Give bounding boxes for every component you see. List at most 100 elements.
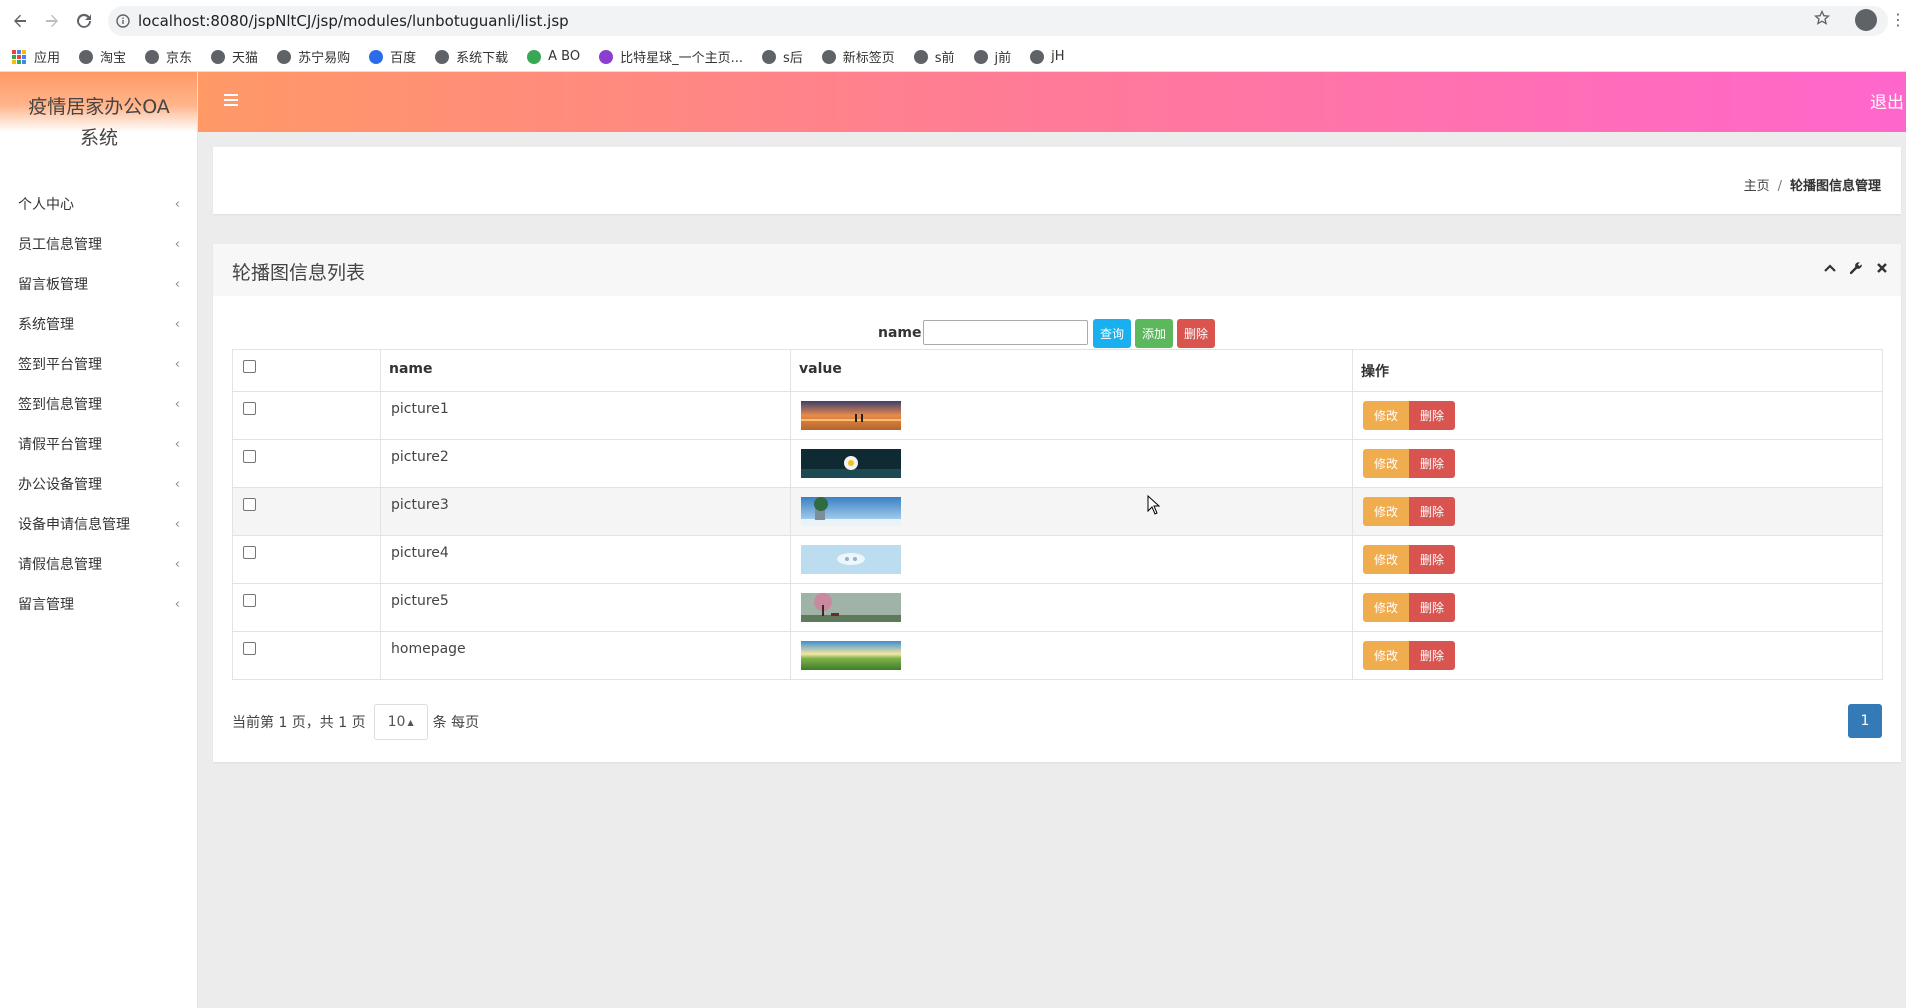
chevron-left-icon: ‹ (174, 596, 180, 612)
sidebar-item-checkin-info[interactable]: 签到信息管理 ‹ (0, 384, 198, 424)
table-header-row: name value 操作 (232, 349, 1883, 392)
row-checkbox[interactable] (243, 642, 256, 655)
hamburger-menu-icon[interactable] (224, 94, 238, 109)
sidebar-item-equipment-request[interactable]: 设备申请信息管理 ‹ (0, 504, 198, 544)
bookmark-star-icon[interactable] (1813, 9, 1831, 30)
chevron-up-icon[interactable] (1823, 261, 1837, 275)
bookmark-item[interactable]: s前 (913, 47, 955, 66)
edit-button[interactable]: 修改 (1363, 401, 1409, 430)
planet-icon (599, 49, 614, 64)
bookmark-apps[interactable]: 应用 (12, 47, 60, 66)
globe-icon (435, 49, 450, 64)
name-search-input[interactable] (923, 320, 1088, 345)
edit-button[interactable]: 修改 (1363, 449, 1409, 478)
sidebar-item-leave-info[interactable]: 请假信息管理 ‹ (0, 544, 198, 584)
page-button-current[interactable]: 1 (1848, 704, 1882, 738)
cell-name: homepage (380, 631, 791, 680)
thumbnail-image[interactable] (801, 401, 901, 430)
top-header: 退出 (198, 72, 1906, 132)
row-checkbox[interactable] (243, 546, 256, 559)
forward-arrow-icon[interactable] (40, 9, 64, 33)
cell-value (790, 631, 1353, 680)
cell-name: picture3 (380, 487, 791, 536)
bookmark-item[interactable]: 天猫 (211, 47, 258, 66)
bookmark-item[interactable]: j前 (973, 47, 1011, 66)
bookmarks-bar: 应用 淘宝 京东 天猫 苏宁易购 百度 系统下载 A BO 比特星球_一个主页.… (0, 42, 1906, 72)
sidebar-item-office-equipment[interactable]: 办公设备管理 ‹ (0, 464, 198, 504)
sidebar-item-messages[interactable]: 留言管理 ‹ (0, 584, 198, 624)
globe-icon (761, 49, 776, 64)
row-checkbox[interactable] (243, 498, 256, 511)
edit-button[interactable]: 修改 (1363, 497, 1409, 526)
table-row: picture3 修改 删除 (232, 487, 1883, 536)
bookmark-item[interactable]: 新标签页 (821, 47, 895, 66)
thumbnail-image[interactable] (801, 545, 901, 574)
sidebar-item-leave-platform[interactable]: 请假平台管理 ‹ (0, 424, 198, 464)
chevron-left-icon: ‹ (174, 276, 180, 292)
browser-menu-icon[interactable]: ⋮ (1890, 10, 1906, 30)
batch-delete-button[interactable]: 删除 (1177, 319, 1215, 348)
bookmark-item[interactable]: 京东 (145, 47, 192, 66)
sidebar: 疫情居家办公OA 系统 个人中心 ‹ 员工信息管理 ‹ 留言板管理 ‹ 系统管理 ‹ 签… (0, 72, 198, 1008)
row-checkbox[interactable] (243, 402, 256, 415)
app-title: 疫情居家办公OA 系统 (28, 96, 170, 149)
sidebar-item-system[interactable]: 系统管理 ‹ (0, 304, 198, 344)
globe-icon (1030, 49, 1045, 64)
address-bar[interactable]: localhost:8080/jspNltCJ/jsp/modules/lunb… (108, 6, 1888, 36)
reload-icon[interactable] (72, 9, 96, 33)
data-table: name value 操作 picture1 修改 删除 picture2 修改… (232, 349, 1883, 680)
browser-toolbar: localhost:8080/jspNltCJ/jsp/modules/lunb… (0, 0, 1906, 42)
back-arrow-icon[interactable] (8, 9, 32, 33)
thumbnail-image[interactable] (801, 641, 901, 670)
table-row: picture1 修改 删除 (232, 391, 1883, 440)
bookmark-item[interactable]: 百度 (369, 47, 416, 66)
logout-link[interactable]: 退出 (1870, 88, 1906, 113)
caret-up-icon: ▲ (407, 717, 414, 727)
sidebar-item-checkin-platform[interactable]: 签到平台管理 ‹ (0, 344, 198, 384)
edit-button[interactable]: 修改 (1363, 641, 1409, 670)
table-row: picture4 修改 删除 (232, 535, 1883, 584)
sidebar-item-personal-center[interactable]: 个人中心 ‹ (0, 184, 198, 224)
sidebar-item-employee-info[interactable]: 员工信息管理 ‹ (0, 224, 198, 264)
site-info-icon[interactable] (108, 14, 138, 28)
edit-button[interactable]: 修改 (1363, 545, 1409, 574)
close-icon[interactable] (1875, 261, 1889, 275)
bookmark-item[interactable]: s后 (761, 47, 803, 66)
query-button[interactable]: 查询 (1093, 319, 1131, 348)
delete-button[interactable]: 删除 (1409, 401, 1455, 430)
delete-button[interactable]: 删除 (1409, 449, 1455, 478)
bookmark-item[interactable]: 比特星球_一个主页... (599, 47, 743, 66)
page-size-select[interactable]: 10 ▲ (373, 704, 428, 740)
add-button[interactable]: 添加 (1135, 319, 1173, 348)
sidebar-item-message-board[interactable]: 留言板管理 ‹ (0, 264, 198, 304)
edit-button[interactable]: 修改 (1363, 593, 1409, 622)
chevron-left-icon: ‹ (174, 356, 180, 372)
column-header-value[interactable]: value (790, 349, 1353, 392)
profile-avatar-icon[interactable] (1855, 9, 1877, 31)
row-checkbox[interactable] (243, 450, 256, 463)
apps-grid-icon (12, 49, 26, 64)
cell-name: picture4 (380, 535, 791, 584)
breadcrumb-home[interactable]: 主页 (1744, 179, 1770, 194)
delete-button[interactable]: 删除 (1409, 641, 1455, 670)
table-row: homepage 修改 删除 (232, 631, 1883, 680)
delete-button[interactable]: 删除 (1409, 497, 1455, 526)
bookmark-item[interactable]: 系统下载 (435, 47, 508, 66)
bookmark-item[interactable]: jH (1030, 49, 1065, 64)
column-header-name[interactable]: name (380, 349, 791, 392)
row-checkbox[interactable] (243, 594, 256, 607)
thumbnail-image[interactable] (801, 497, 901, 526)
thumbnail-image[interactable] (801, 593, 901, 622)
delete-button[interactable]: 删除 (1409, 593, 1455, 622)
wrench-icon[interactable] (1849, 261, 1863, 275)
bookmark-item[interactable]: 苏宁易购 (277, 47, 350, 66)
search-bar: name 查询 添加 删除 (213, 319, 1901, 348)
cell-name: picture1 (380, 391, 791, 440)
bookmark-item[interactable]: 淘宝 (79, 47, 126, 66)
delete-button[interactable]: 删除 (1409, 545, 1455, 574)
cell-actions: 修改 删除 (1352, 535, 1883, 584)
select-all-checkbox[interactable] (243, 360, 256, 373)
bookmark-item[interactable]: A BO (527, 49, 580, 64)
thumbnail-image[interactable] (801, 449, 901, 478)
cell-actions: 修改 删除 (1352, 487, 1883, 536)
